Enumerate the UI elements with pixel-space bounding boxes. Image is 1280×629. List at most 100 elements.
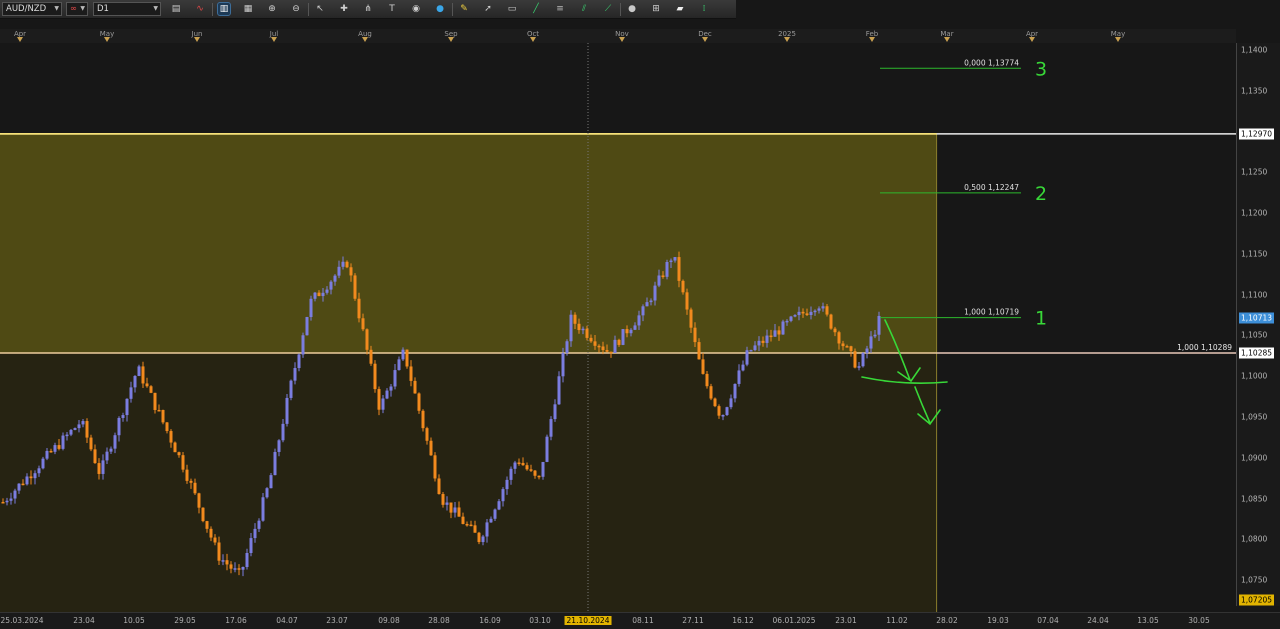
candle-bull: [501, 489, 505, 502]
candle-bear: [217, 542, 221, 561]
fib-level-label: 0,000 1,13774: [964, 58, 1019, 67]
candle-bull: [757, 340, 761, 346]
candle-bull: [745, 350, 749, 365]
price-axis[interactable]: 1,1400 1,1350 1,1250 1,1200 1,1150 1,1100 1,10…: [1236, 43, 1280, 606]
candle-bear: [425, 428, 429, 441]
candle-bull: [877, 315, 881, 335]
candle-bear: [469, 524, 473, 527]
candle-bull: [821, 306, 825, 309]
candle-bear: [661, 275, 665, 277]
candle-bull: [121, 415, 125, 418]
candle-bull: [613, 339, 617, 353]
price-tag-line-lower: 1,10285: [1239, 347, 1275, 359]
candle-bear: [825, 306, 829, 315]
candle-bull: [641, 306, 645, 316]
candle-bull: [749, 350, 753, 352]
candle-bear: [705, 373, 709, 387]
candle-bear: [165, 422, 169, 432]
date-label: 09.08: [378, 616, 400, 625]
candle-bull: [445, 502, 449, 505]
candle-bull: [325, 289, 329, 293]
candle-bear: [585, 328, 589, 338]
candle-bear: [149, 386, 153, 393]
candle-bear: [21, 483, 25, 486]
candle-bear: [589, 337, 593, 342]
candle-bear: [93, 449, 97, 464]
candle-bear: [601, 346, 605, 351]
candle-bear: [317, 292, 321, 297]
candle-bull: [393, 370, 397, 387]
candle-bull: [481, 536, 485, 543]
price-label: 1,0750: [1241, 575, 1268, 585]
candle-bull: [297, 354, 301, 369]
candle-bear: [369, 349, 373, 364]
candle-bull: [861, 353, 865, 367]
price-label: 1,0850: [1241, 494, 1268, 504]
candle-bull: [633, 325, 637, 330]
candle-bull: [109, 448, 113, 452]
handwritten-annotation: 3: [1035, 58, 1047, 80]
price-label: 1,0800: [1241, 534, 1268, 544]
candle-bear: [349, 267, 353, 276]
candle-bull: [493, 509, 497, 519]
price-label: 1,1200: [1241, 208, 1268, 218]
candle-bear: [517, 462, 521, 465]
candle-bear: [837, 332, 841, 344]
candle-bull: [337, 266, 341, 276]
price-label: 1,1000: [1241, 371, 1268, 381]
candle-bull: [809, 311, 813, 316]
candle-bear: [473, 525, 477, 533]
candle-bull: [797, 311, 801, 316]
candle-bull: [545, 436, 549, 462]
candle-bear: [49, 450, 53, 453]
price-label: 1,1250: [1241, 167, 1268, 177]
candle-bear: [181, 455, 185, 470]
price-tag-line-upper: 1,12970: [1239, 128, 1275, 140]
candle-bull: [221, 560, 225, 562]
candle-bear: [161, 409, 165, 423]
candle-bull: [285, 397, 289, 424]
candle-bull: [733, 383, 737, 399]
candle-bull: [269, 475, 273, 489]
candle-bull: [101, 460, 105, 474]
candle-bear: [689, 309, 693, 328]
date-label: 25.03.2024: [0, 616, 44, 625]
candle-bear: [197, 493, 201, 508]
candle-bull: [129, 387, 133, 399]
candle-bear: [373, 363, 377, 390]
date-label: 29.05: [174, 616, 196, 625]
candle-bear: [237, 568, 241, 570]
candle-bull: [77, 424, 81, 429]
handwritten-annotation: 1: [1035, 308, 1047, 330]
candle-bear: [29, 476, 33, 479]
candle-bull: [329, 281, 333, 290]
price-label: 1,0900: [1241, 453, 1268, 463]
candle-bull: [813, 310, 817, 313]
candle-bull: [673, 257, 677, 261]
candle-bull: [137, 366, 141, 376]
date-label: 03.10: [529, 616, 551, 625]
candle-bear: [413, 380, 417, 394]
candle-bull: [665, 262, 669, 277]
candle-bear: [829, 314, 833, 329]
candle-bull: [41, 458, 45, 469]
candle-bear: [409, 366, 413, 381]
zone-upper[interactable]: [0, 133, 937, 353]
candle-bull: [241, 566, 245, 570]
candle-bear: [605, 350, 609, 352]
candle-bull: [289, 380, 293, 398]
candle-bull: [133, 375, 137, 388]
candle-bull: [321, 292, 325, 297]
candle-bear: [849, 346, 853, 352]
candle-bull: [629, 329, 633, 334]
fib-level-label: 1,000 1,10719: [964, 308, 1019, 317]
candle-bull: [725, 407, 729, 416]
price-label: 1,1050: [1241, 330, 1268, 340]
candle-bear: [225, 560, 229, 565]
candle-bull: [37, 468, 41, 474]
candle-bull: [793, 315, 797, 317]
candle-bull: [649, 300, 653, 303]
price-chart[interactable]: 0,000 1,13774 3 0,500 1,12247 2 1,000 1,1071…: [0, 0, 1236, 612]
date-label: 11.02: [886, 616, 908, 625]
candle-bull: [873, 334, 877, 337]
